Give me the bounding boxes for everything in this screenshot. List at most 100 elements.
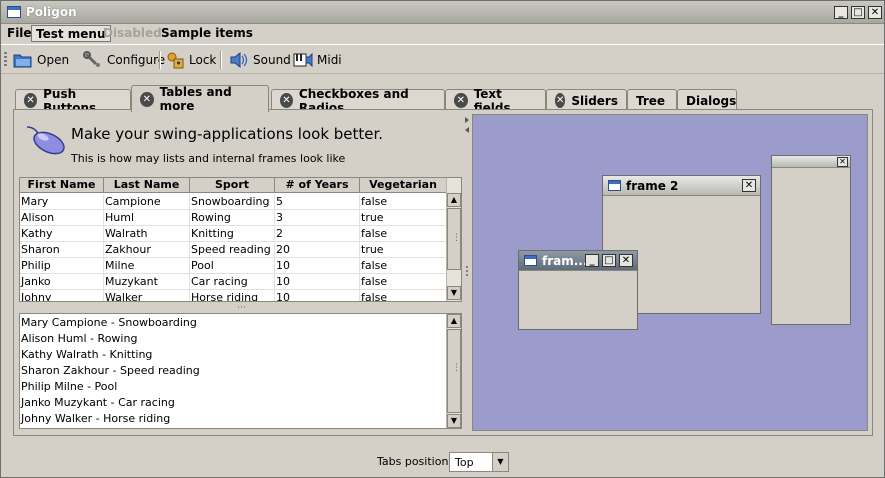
scroll-thumb[interactable]: [447, 208, 461, 270]
table-row[interactable]: Alison Huml Rowing 3 true: [20, 210, 447, 226]
table-cell[interactable]: 3: [275, 210, 360, 226]
close-tab-icon[interactable]: ✕: [24, 93, 38, 108]
table-row[interactable]: Sharon Zakhour Speed reading 20 true: [20, 242, 447, 258]
table-cell[interactable]: Mary: [20, 194, 104, 210]
table-cell[interactable]: false: [360, 194, 447, 210]
table-cell[interactable]: Rowing: [190, 210, 275, 226]
table-cell[interactable]: Zakhour: [104, 242, 190, 258]
table-cell[interactable]: 10: [275, 274, 360, 290]
frame-title-bar[interactable]: frame 2 ✕: [603, 176, 760, 196]
table-cell[interactable]: Campione: [104, 194, 190, 210]
table-cell[interactable]: true: [360, 210, 447, 226]
scroll-down-button[interactable]: ▼: [447, 286, 461, 300]
table-cell[interactable]: 5: [275, 194, 360, 210]
table-cell[interactable]: Sharon: [20, 242, 104, 258]
column-header[interactable]: # of Years: [275, 178, 360, 193]
table-cell[interactable]: Huml: [104, 210, 190, 226]
internal-frame-1[interactable]: fram... _ □ ✕: [518, 250, 638, 330]
list-item[interactable]: Mary Campione - Snowboarding: [21, 315, 197, 331]
list-scrollbar[interactable]: ▲ ▼: [446, 314, 461, 428]
frame-close-button[interactable]: ✕: [619, 254, 633, 267]
table-cell[interactable]: Knitting: [190, 226, 275, 242]
column-header[interactable]: Last Name: [104, 178, 190, 193]
table-cell[interactable]: Johny: [20, 290, 104, 301]
close-tab-icon[interactable]: ✕: [140, 91, 154, 107]
split-pane-divider[interactable]: [463, 115, 471, 431]
table-cell[interactable]: Car racing: [190, 274, 275, 290]
table-scrollbar[interactable]: ▲ ▼: [446, 178, 461, 301]
table-cell[interactable]: 10: [275, 290, 360, 301]
list-item[interactable]: Kathy Walrath - Knitting: [21, 347, 152, 363]
tabs-position-select[interactable]: Top ▼: [449, 452, 509, 472]
midi-button[interactable]: Midi: [293, 50, 342, 70]
tab-tree[interactable]: Tree: [627, 89, 677, 111]
table-cell[interactable]: 10: [275, 258, 360, 274]
frame-title-bar[interactable]: fram... _ □ ✕: [519, 251, 637, 271]
table-row[interactable]: Janko Muzykant Car racing 10 false: [20, 274, 447, 290]
close-tab-icon[interactable]: ✕: [454, 93, 468, 108]
scroll-thumb[interactable]: [447, 329, 461, 413]
title-bar[interactable]: Poligon _ □ ✕: [1, 1, 884, 24]
table-cell[interactable]: Walrath: [104, 226, 190, 242]
table-row[interactable]: Mary Campione Snowboarding 5 false: [20, 194, 447, 210]
people-list[interactable]: Mary Campione - Snowboarding Alison Huml …: [19, 313, 462, 429]
table-cell[interactable]: Philip: [20, 258, 104, 274]
list-item[interactable]: Janko Muzykant - Car racing: [21, 395, 175, 411]
table-cell[interactable]: false: [360, 258, 447, 274]
tab-checkboxes-and-radios[interactable]: ✕ Checkboxes and Radios: [271, 87, 445, 115]
table-cell[interactable]: Speed reading: [190, 242, 275, 258]
list-item[interactable]: Alison Huml - Rowing: [21, 331, 137, 347]
people-table[interactable]: First Name Last Name Sport # of Years Ve…: [19, 177, 462, 302]
list-item[interactable]: Sharon Zakhour - Speed reading: [21, 363, 200, 379]
table-cell[interactable]: Kathy: [20, 226, 104, 242]
maximize-button[interactable]: □: [851, 6, 865, 19]
table-cell[interactable]: true: [360, 242, 447, 258]
list-item[interactable]: Johny Walker - Horse riding: [21, 411, 170, 427]
tab-dialogs[interactable]: Dialogs: [677, 89, 737, 111]
table-cell[interactable]: Janko: [20, 274, 104, 290]
lock-button[interactable]: Lock: [165, 50, 216, 70]
scroll-up-button[interactable]: ▲: [447, 314, 461, 328]
list-item[interactable]: Philip Milne - Pool: [21, 379, 117, 395]
table-cell[interactable]: false: [360, 290, 447, 301]
table-cell[interactable]: false: [360, 274, 447, 290]
column-header[interactable]: Sport: [190, 178, 275, 193]
table-cell[interactable]: Walker: [104, 290, 190, 301]
table-cell[interactable]: Milne: [104, 258, 190, 274]
table-cell[interactable]: Snowboarding: [190, 194, 275, 210]
configure-button[interactable]: Configure: [83, 50, 165, 70]
table-cell[interactable]: false: [360, 226, 447, 242]
table-cell[interactable]: 20: [275, 242, 360, 258]
open-button[interactable]: Open: [13, 50, 69, 70]
scroll-up-button[interactable]: ▲: [447, 193, 461, 207]
tab-text-fields[interactable]: ✕ Text fields: [445, 87, 546, 115]
menu-sample-items[interactable]: Sample items: [157, 25, 257, 42]
frame-close-button[interactable]: ✕: [742, 179, 756, 192]
close-tab-icon[interactable]: ✕: [555, 93, 566, 108]
table-cell[interactable]: Horse riding: [190, 290, 275, 301]
table-row[interactable]: Kathy Walrath Knitting 2 false: [20, 226, 447, 242]
split-divider-grip[interactable]: ⋯: [237, 303, 246, 313]
table-cell[interactable]: Alison: [20, 210, 104, 226]
internal-frame-3[interactable]: ✕: [771, 155, 851, 325]
column-header[interactable]: First Name: [20, 178, 104, 193]
table-cell[interactable]: 2: [275, 226, 360, 242]
toolbar-grip[interactable]: [4, 52, 7, 68]
close-tab-icon[interactable]: ✕: [280, 93, 293, 108]
frame-minimize-button[interactable]: _: [585, 254, 599, 267]
scroll-down-button[interactable]: ▼: [447, 414, 461, 428]
table-cell[interactable]: Muzykant: [104, 274, 190, 290]
sound-button[interactable]: Sound: [229, 50, 291, 70]
frame-close-button[interactable]: ✕: [837, 157, 848, 167]
tab-push-buttons[interactable]: ✕ Push Buttons: [15, 87, 131, 115]
close-button[interactable]: ✕: [868, 6, 882, 19]
tab-sliders[interactable]: ✕ Sliders: [546, 89, 627, 111]
frame-maximize-button[interactable]: □: [602, 254, 616, 267]
tab-tables-and-more[interactable]: ✕ Tables and more: [131, 85, 269, 113]
chevron-down-icon[interactable]: ▼: [492, 453, 508, 471]
minimize-button[interactable]: _: [834, 6, 848, 19]
frame-title-bar[interactable]: ✕: [772, 156, 850, 168]
table-row[interactable]: Philip Milne Pool 10 false: [20, 258, 447, 274]
table-cell[interactable]: Pool: [190, 258, 275, 274]
column-header[interactable]: Vegetarian: [360, 178, 447, 193]
